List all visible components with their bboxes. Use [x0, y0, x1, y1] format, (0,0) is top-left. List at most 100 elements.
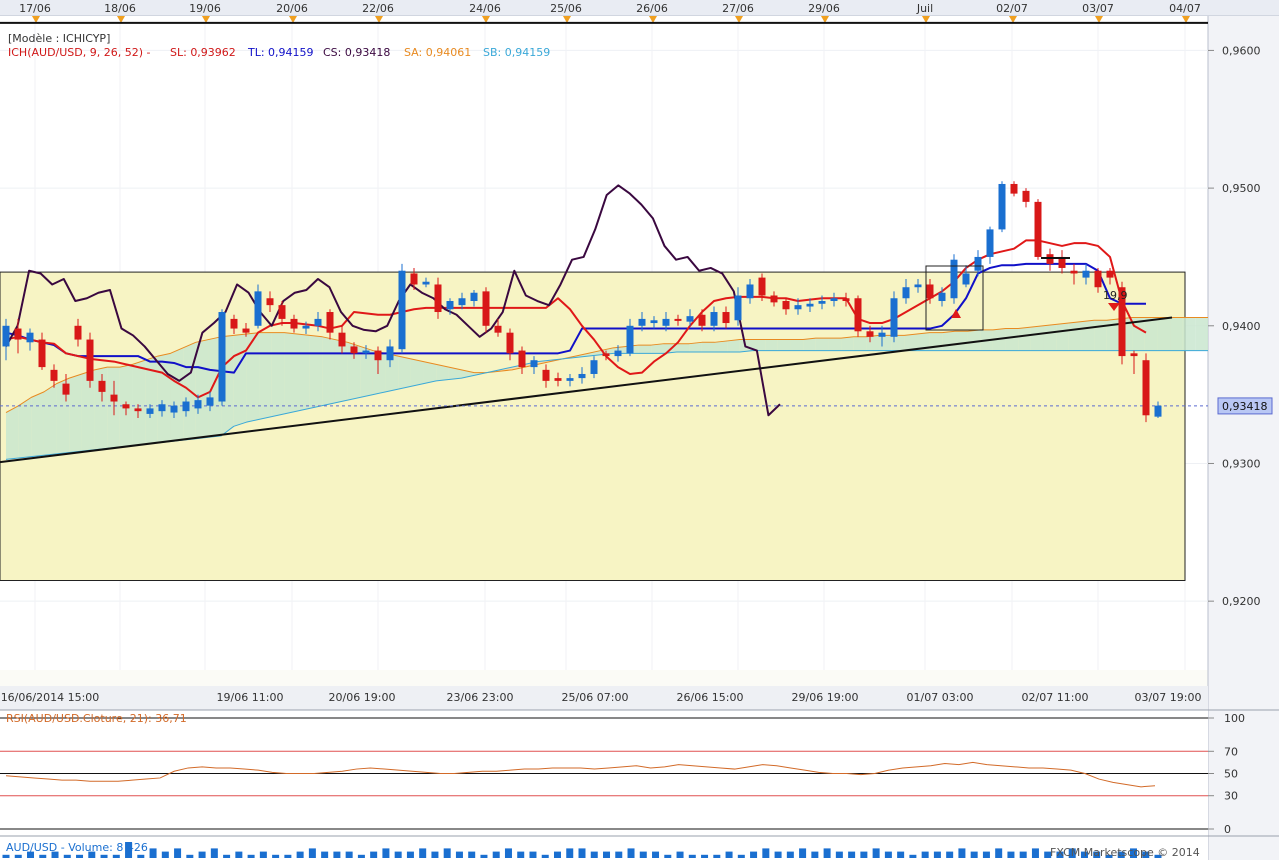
cloud-segment — [31, 391, 44, 457]
volume-bar — [492, 851, 500, 858]
candle-body — [830, 298, 838, 302]
price-tick-label: 0,9600 — [1222, 44, 1261, 57]
volume-bar — [247, 854, 255, 858]
rsi-tick-label: 70 — [1224, 745, 1238, 758]
volume-bar — [897, 851, 905, 858]
volume-bar — [578, 848, 586, 858]
legend-tl: TL: 0,94159 — [247, 46, 314, 59]
volume-label: AUD/USD - Volume: 8 426 — [6, 841, 148, 854]
candle-body — [686, 316, 694, 322]
candle-body — [302, 325, 310, 329]
price-axis[interactable] — [1208, 16, 1279, 860]
volume-bar — [296, 851, 304, 858]
cloud-segment — [6, 405, 19, 460]
volume-bar — [370, 851, 378, 858]
candle-body — [254, 291, 262, 326]
volume-bar — [345, 851, 353, 858]
top-date-label: Juil — [916, 2, 933, 15]
volume-bar — [198, 851, 206, 858]
candle-body — [542, 369, 550, 381]
cloud-segment — [423, 361, 437, 384]
candle-body — [722, 312, 730, 324]
volume-bar — [529, 851, 537, 858]
bottom-date-label: 29/06 19:00 — [792, 691, 859, 704]
cloud-segment — [1081, 320, 1095, 351]
cloud-segment — [815, 338, 829, 351]
watermark: FXCM Marketscope © 2014 — [1050, 846, 1200, 859]
candle-body — [470, 292, 478, 302]
volume-bar — [774, 851, 782, 858]
rsi-tick-label: 30 — [1224, 790, 1238, 803]
volume-bar — [259, 851, 267, 858]
cloud-segment — [676, 343, 690, 352]
candle-body — [794, 305, 802, 310]
volume-bar — [995, 848, 1003, 858]
volume-bar — [382, 848, 390, 858]
candle-body — [650, 320, 658, 324]
volume-bar — [419, 848, 427, 858]
volume-bar — [223, 854, 231, 858]
volume-bar — [333, 851, 341, 858]
legend-sl: SL: 0,93962 — [170, 46, 236, 59]
cloud-segment — [954, 331, 968, 351]
volume-bar — [725, 851, 733, 858]
candle-body — [458, 298, 466, 306]
candle-body — [662, 318, 670, 326]
cloud-segment — [297, 334, 310, 412]
candle-body — [398, 270, 406, 350]
top-date-label: 25/06 — [550, 2, 582, 15]
price-tick-label: 0,9500 — [1222, 182, 1261, 195]
candle-body — [482, 291, 490, 326]
volume-bar — [799, 848, 807, 858]
cloud-segment — [94, 367, 108, 450]
candle-body — [1010, 183, 1018, 194]
volume-bar — [394, 851, 402, 858]
candle-body — [1046, 254, 1054, 264]
candle-body — [962, 273, 970, 285]
volume-bar — [14, 854, 22, 858]
top-date-label: 20/06 — [276, 2, 308, 15]
candle-body — [230, 318, 238, 329]
cloud-segment — [879, 335, 892, 351]
volume-bar — [970, 851, 978, 858]
candle-body — [866, 331, 874, 337]
candle-body — [974, 256, 982, 271]
candle-body — [266, 298, 274, 306]
cloud-segment — [398, 356, 411, 390]
volume-bar — [455, 851, 463, 858]
legend-model: [Modèle : ICHICYP] — [8, 32, 110, 45]
volume-bar — [848, 851, 856, 858]
candle-body — [770, 295, 778, 303]
candle-body — [146, 408, 154, 414]
volume-bar — [701, 854, 709, 858]
top-date-label: 18/06 — [104, 2, 136, 15]
volume-bar — [737, 854, 745, 858]
bottom-date-label: 19/06 11:00 — [217, 691, 284, 704]
volume-bar — [272, 854, 280, 858]
candle-body — [902, 287, 910, 299]
current-price-badge-label: 0,93418 — [1222, 400, 1268, 413]
candle-body — [98, 380, 106, 392]
candle-body — [1094, 270, 1102, 288]
candle-body — [38, 339, 46, 368]
volume-bar — [284, 854, 292, 858]
candle-body — [950, 259, 958, 299]
candle-body — [674, 318, 682, 321]
candle-body — [626, 325, 634, 354]
cloud-segment — [309, 335, 323, 409]
cloud-segment — [1195, 317, 1208, 351]
bottom-date-label: 25/06 07:00 — [562, 691, 629, 704]
price-tick-label: 0,9400 — [1222, 320, 1261, 333]
candle-body — [110, 394, 118, 402]
chart-canvas[interactable]: 17/06 18/06 19/06 20/06 22/06 24/06 25/06 26/06… — [0, 0, 1279, 860]
volume-bar — [676, 851, 684, 858]
candle-body — [602, 353, 610, 357]
candle-body — [314, 318, 322, 326]
legend-sb: SB: 0,94159 — [483, 46, 550, 59]
top-date-label: 17/06 — [19, 2, 51, 15]
candle-body — [506, 332, 514, 354]
candle-body — [86, 339, 94, 381]
candle-body — [50, 369, 58, 381]
volume-bar — [958, 848, 966, 858]
volume-bar — [443, 848, 451, 858]
